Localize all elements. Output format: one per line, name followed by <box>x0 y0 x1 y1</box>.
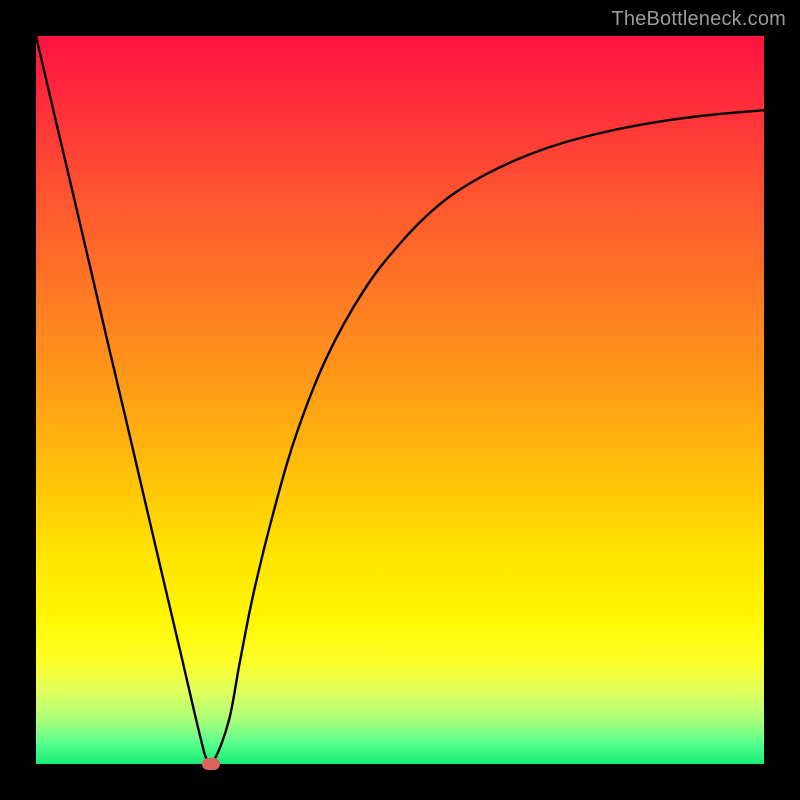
attribution-text: TheBottleneck.com <box>611 8 786 31</box>
plot-area <box>36 36 764 764</box>
optimal-marker <box>202 758 220 770</box>
curve-svg <box>36 36 764 764</box>
chart-frame: TheBottleneck.com <box>0 0 800 800</box>
bottleneck-curve <box>36 36 764 764</box>
